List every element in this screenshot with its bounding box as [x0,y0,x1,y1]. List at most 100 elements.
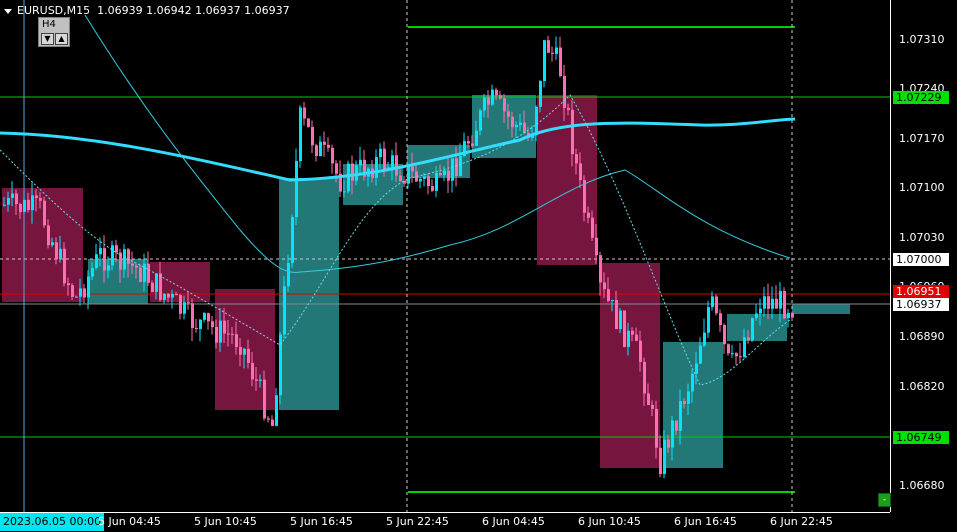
candle-body [287,262,290,287]
candle-body [595,237,598,256]
candle-body [159,273,162,300]
candle-body [431,186,434,191]
candle-body [239,347,242,355]
candle-body [735,353,738,357]
candle-body [439,173,442,176]
candle-body [27,199,30,211]
candle-body [659,447,662,475]
candle-body [231,333,234,335]
candle-body [295,161,298,218]
candle-body [499,95,502,99]
candle-body [311,126,314,146]
candle-body [487,97,490,105]
candle-body [519,122,522,125]
candle-body [443,170,446,176]
candle-body [763,296,766,309]
candle-body [359,159,362,166]
price-label: 1.07170 [899,132,945,145]
candle-body [759,308,762,314]
candle-body [71,285,74,297]
ohlc-values: 1.06939 1.06942 1.06937 1.06937 [97,4,290,17]
candle-body [771,298,774,309]
candle-body [699,345,702,364]
candle-body [543,40,546,82]
candle-body [483,97,486,111]
candle-body [315,145,318,157]
price-label: 1.06890 [899,330,945,343]
candle-body [211,321,214,327]
candle-body [695,363,698,374]
candle-body [251,362,254,380]
candle-body [271,419,274,426]
candle-body [103,248,106,271]
candle-body [479,110,482,131]
candle-body [331,147,334,164]
candle-body [151,282,154,292]
candle-body [111,245,114,266]
candle-body [747,337,750,341]
candle-body [623,310,626,347]
candle-body [223,320,226,334]
timeframe-up-button[interactable]: ▲ [55,33,68,45]
candle-body [399,175,402,181]
chart-area[interactable]: EURUSD,M15 1.06939 1.06942 1.06937 1.069… [0,0,890,512]
candle-body [347,163,350,192]
candle-body [15,193,18,204]
candle-body [791,312,794,318]
candle-body [39,198,42,201]
candle-body [691,373,694,392]
candle-body [215,326,218,343]
candle-body [495,89,498,96]
moving-average-fast [0,94,791,386]
candle-body [611,300,614,302]
candle-body [743,337,746,357]
candle-body [227,333,230,335]
candle-body [423,176,426,179]
candle-body [375,157,378,178]
candle-body [451,158,454,181]
candle-body [107,265,110,271]
candle-body [471,143,474,146]
candle-body [683,401,686,404]
candle-body [303,107,306,119]
level-tag-green-bottom: 1.06749 [893,431,949,444]
price-axis[interactable]: 1.07310 1.07240 1.07170 1.07100 1.07030 … [890,0,957,512]
candle-body [455,158,458,177]
candle-body [383,148,386,170]
timeframe-down-button[interactable]: ▼ [41,33,54,45]
price-label: 1.07100 [899,181,945,194]
candle-body [503,98,506,112]
candle-body [427,176,430,187]
candle-body [187,302,190,304]
candle-body [43,200,46,226]
candle-body [95,254,98,268]
candle-body [391,155,394,168]
price-chart[interactable] [0,0,890,512]
candle-body [663,439,666,475]
candle-body [671,420,674,448]
candle-body [435,173,438,191]
candle-body [707,307,710,333]
candle-body [667,439,670,448]
time-axis[interactable]: 2023.06.05 00:00 5 Jun 04:45 5 Jun 10:45… [0,512,890,532]
candle-body [199,319,202,329]
current-price-tag: 1.06937 [893,298,949,311]
candle-body [163,293,166,300]
time-label: 5 Jun 04:45 [98,515,161,528]
htf-candle-box [792,304,850,314]
candle-body [575,154,578,164]
candle-body [675,420,678,431]
candle-body [319,141,322,157]
collapse-button[interactable]: - [878,493,891,507]
candle-body [723,325,726,345]
candle-body [751,318,754,341]
candle-body [87,276,90,298]
candle-body [507,111,510,117]
time-label: 6 Jun 04:45 [482,515,545,528]
candle-body [155,273,158,292]
chevron-down-icon[interactable] [4,8,12,14]
candle-body [583,180,586,213]
candle-body [563,76,566,108]
candle-body [679,401,682,431]
candle-body [75,296,78,298]
